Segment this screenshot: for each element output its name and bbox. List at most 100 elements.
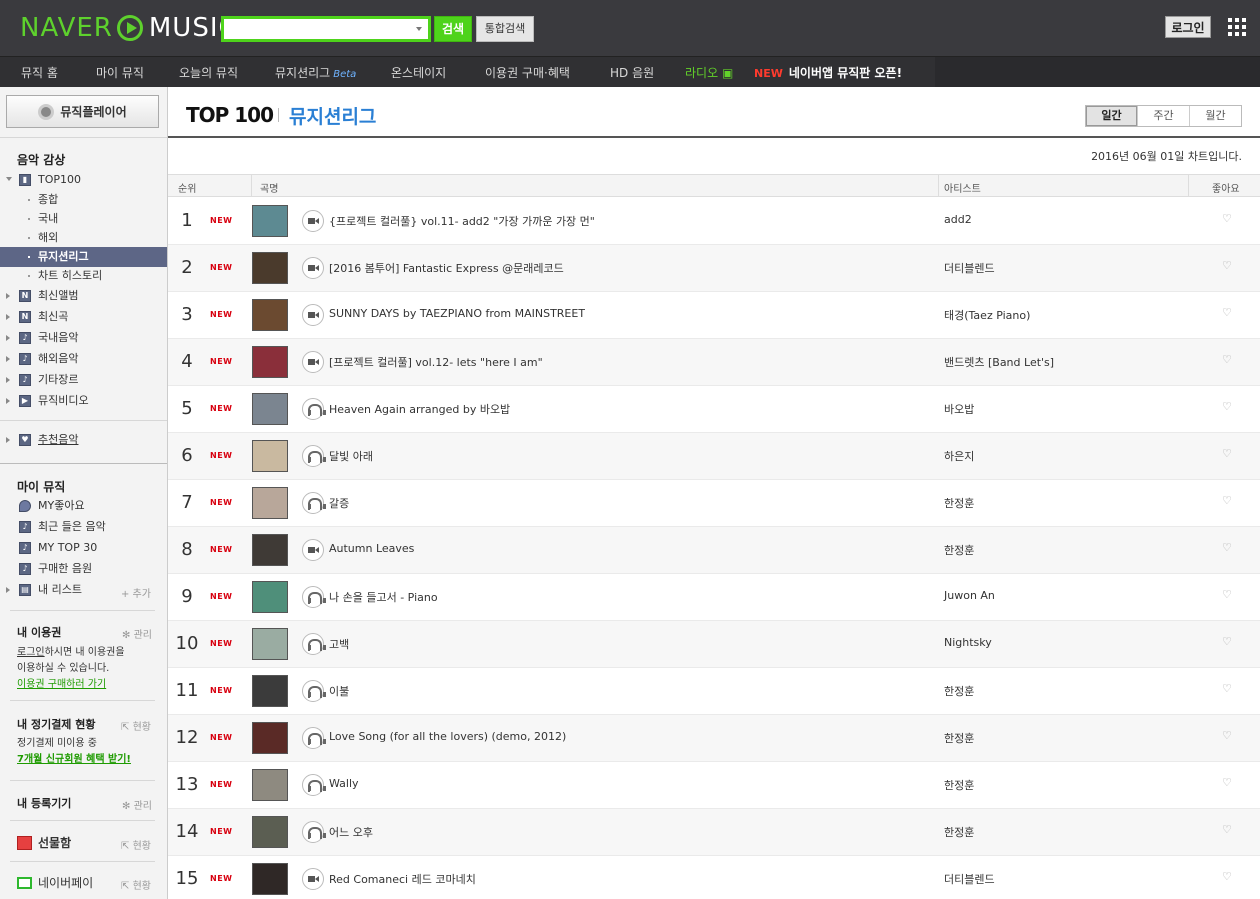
pay-status-link[interactable]: ⇱ 현황 <box>121 877 151 892</box>
sidebar-item-purchased[interactable]: ♪ 구매한 음원 <box>0 559 167 579</box>
heart-icon[interactable]: ♡ <box>1222 589 1232 600</box>
video-icon[interactable] <box>302 868 324 890</box>
heart-icon[interactable]: ♡ <box>1222 636 1232 647</box>
album-thumbnail[interactable] <box>252 863 288 895</box>
song-title[interactable]: SUNNY DAYS by TAEZPIANO from MAINSTREET <box>329 307 585 320</box>
heart-icon[interactable]: ♡ <box>1222 824 1232 835</box>
song-title[interactable]: 갈증 <box>329 495 349 511</box>
album-thumbnail[interactable] <box>252 534 288 566</box>
artist-name[interactable]: 밴드렛츠 [Band Let's] <box>944 354 1054 370</box>
album-thumbnail[interactable] <box>252 769 288 801</box>
login-button[interactable]: 로그인 <box>1165 16 1211 38</box>
song-title[interactable]: {프로젝트 컬러풀} vol.11- add2 "가장 가까운 가장 먼" <box>329 213 595 229</box>
table-row[interactable]: 9 NEW 나 손을 들고서 - Piano Juwon An ♡ <box>168 574 1260 621</box>
nav-hd-music[interactable]: HD 음원 <box>610 64 654 81</box>
heart-icon[interactable]: ♡ <box>1222 871 1232 882</box>
apps-grid-icon[interactable] <box>1228 18 1246 36</box>
search-input[interactable] <box>221 16 431 42</box>
expand-icon[interactable] <box>6 377 10 383</box>
manage-devices-link[interactable]: ✻ 관리 <box>122 797 152 812</box>
manage-pass-link[interactable]: ✻ 관리 <box>122 626 152 641</box>
table-row[interactable]: 15 NEW Red Comaneci 레드 코마네치 더티블렌드 ♡ <box>168 856 1260 899</box>
song-title[interactable]: 달빛 아래 <box>329 448 373 464</box>
new-member-benefit-link[interactable]: 7개월 신규회원 혜택 받기! <box>17 754 131 765</box>
heart-icon[interactable]: ♡ <box>1222 401 1232 412</box>
sidebar-item-top100[interactable]: ▮ TOP100 <box>0 170 167 190</box>
headphones-icon[interactable] <box>302 633 326 655</box>
expand-icon[interactable] <box>6 293 10 299</box>
album-thumbnail[interactable] <box>252 346 288 378</box>
song-title[interactable]: Wally <box>329 777 359 790</box>
chevron-down-icon[interactable] <box>416 27 422 31</box>
sidebar-item-music-video[interactable]: ▶ 뮤직비디오 <box>0 391 167 411</box>
song-title[interactable]: 고백 <box>329 636 349 652</box>
sidebar-sub-overseas[interactable]: 해외 <box>0 228 167 248</box>
table-row[interactable]: 2 NEW [2016 봄투어] Fantastic Express @문래레코드 더… <box>168 245 1260 292</box>
headphones-icon[interactable] <box>302 680 326 702</box>
heart-icon[interactable]: ♡ <box>1222 777 1232 788</box>
table-row[interactable]: 3 NEW SUNNY DAYS by TAEZPIANO from MAINSTR… <box>168 292 1260 339</box>
table-row[interactable]: 5 NEW Heaven Again arranged by 바오밥 바오밥 ♡ <box>168 386 1260 433</box>
heart-icon[interactable]: ♡ <box>1222 354 1232 365</box>
table-row[interactable]: 6 NEW 달빛 아래 하은지 ♡ <box>168 433 1260 480</box>
album-thumbnail[interactable] <box>252 581 288 613</box>
total-search-button[interactable]: 통합검색 <box>476 16 534 42</box>
heart-icon[interactable]: ♡ <box>1222 307 1232 318</box>
artist-name[interactable]: Juwon An <box>944 589 995 602</box>
nav-pass-purchase[interactable]: 이용권 구매·혜택 <box>485 64 570 81</box>
sidebar-item-recent[interactable]: ♪ 최근 들은 음악 <box>0 517 167 537</box>
album-thumbnail[interactable] <box>252 440 288 472</box>
song-title[interactable]: 이불 <box>329 683 349 699</box>
artist-name[interactable]: 한정훈 <box>944 824 974 840</box>
expand-icon[interactable] <box>6 437 10 443</box>
expand-icon[interactable] <box>6 587 10 593</box>
album-thumbnail[interactable] <box>252 252 288 284</box>
sidebar-sub-overall[interactable]: 종합 <box>0 190 167 210</box>
sidebar-sub-musician-league[interactable]: 뮤지션리그 <box>0 247 167 267</box>
video-icon[interactable] <box>302 304 324 326</box>
album-thumbnail[interactable] <box>252 299 288 331</box>
heart-icon[interactable]: ♡ <box>1222 683 1232 694</box>
nav-notice[interactable]: NEW 네이버앱 뮤직판 오픈! <box>754 64 902 81</box>
sidebar-item-overseas-music[interactable]: ♪ 해외음악 <box>0 349 167 369</box>
song-title[interactable]: [2016 봄투어] Fantastic Express @문래레코드 <box>329 260 564 276</box>
artist-name[interactable]: 한정훈 <box>944 495 974 511</box>
sidebar-item-new-albums[interactable]: N 최신앨범 <box>0 286 167 306</box>
add-list-link[interactable]: + 추가 <box>121 585 151 600</box>
heart-icon[interactable]: ♡ <box>1222 448 1232 459</box>
sidebar-item-my-likes[interactable]: MY좋아요 <box>0 496 167 516</box>
sidebar-item-recommend[interactable]: ♥ 추천음악 <box>0 430 167 450</box>
table-row[interactable]: 8 NEW Autumn Leaves 한정훈 ♡ <box>168 527 1260 574</box>
album-thumbnail[interactable] <box>252 393 288 425</box>
regular-status-link[interactable]: ⇱ 현황 <box>121 718 151 733</box>
artist-name[interactable]: Nightsky <box>944 636 992 649</box>
headphones-icon[interactable] <box>302 586 326 608</box>
table-row[interactable]: 14 NEW 어느 오후 한정훈 ♡ <box>168 809 1260 856</box>
song-title[interactable]: [프로젝트 컬러풀] vol.12- lets "here I am" <box>329 354 543 370</box>
sidebar-item-other-genres[interactable]: ♪ 기타장르 <box>0 370 167 390</box>
nav-today-music[interactable]: 오늘의 뮤직 <box>179 64 238 81</box>
table-row[interactable]: 10 NEW 고백 Nightsky ♡ <box>168 621 1260 668</box>
album-thumbnail[interactable] <box>252 487 288 519</box>
album-thumbnail[interactable] <box>252 628 288 660</box>
tab-daily[interactable]: 일간 <box>1086 106 1137 126</box>
heart-icon[interactable]: ♡ <box>1222 213 1232 224</box>
table-row[interactable]: 7 NEW 갈증 한정훈 ♡ <box>168 480 1260 527</box>
artist-name[interactable]: 한정훈 <box>944 542 974 558</box>
artist-name[interactable]: 더티블렌드 <box>944 260 995 276</box>
artist-name[interactable]: 태경(Taez Piano) <box>944 307 1030 323</box>
table-row[interactable]: 13 NEW Wally 한정훈 ♡ <box>168 762 1260 809</box>
sidebar-item-my-top30[interactable]: ♪ MY TOP 30 <box>0 538 167 558</box>
song-title[interactable]: Love Song (for all the lovers) (demo, 20… <box>329 730 566 743</box>
album-thumbnail[interactable] <box>252 816 288 848</box>
sidebar-item-domestic-music[interactable]: ♪ 국내음악 <box>0 328 167 348</box>
buy-pass-link[interactable]: 이용권 구매하러 가기 <box>17 679 106 690</box>
headphones-icon[interactable] <box>302 398 326 420</box>
artist-name[interactable]: 한정훈 <box>944 777 974 793</box>
table-row[interactable]: 1 NEW {프로젝트 컬러풀} vol.11- add2 "가장 가까운 가장 먼… <box>168 198 1260 245</box>
tab-monthly[interactable]: 월간 <box>1189 106 1241 126</box>
video-icon[interactable] <box>302 351 324 373</box>
sidebar-item-new-songs[interactable]: N 최신곡 <box>0 307 167 327</box>
artist-name[interactable]: 하은지 <box>944 448 974 464</box>
heart-icon[interactable]: ♡ <box>1222 542 1232 553</box>
